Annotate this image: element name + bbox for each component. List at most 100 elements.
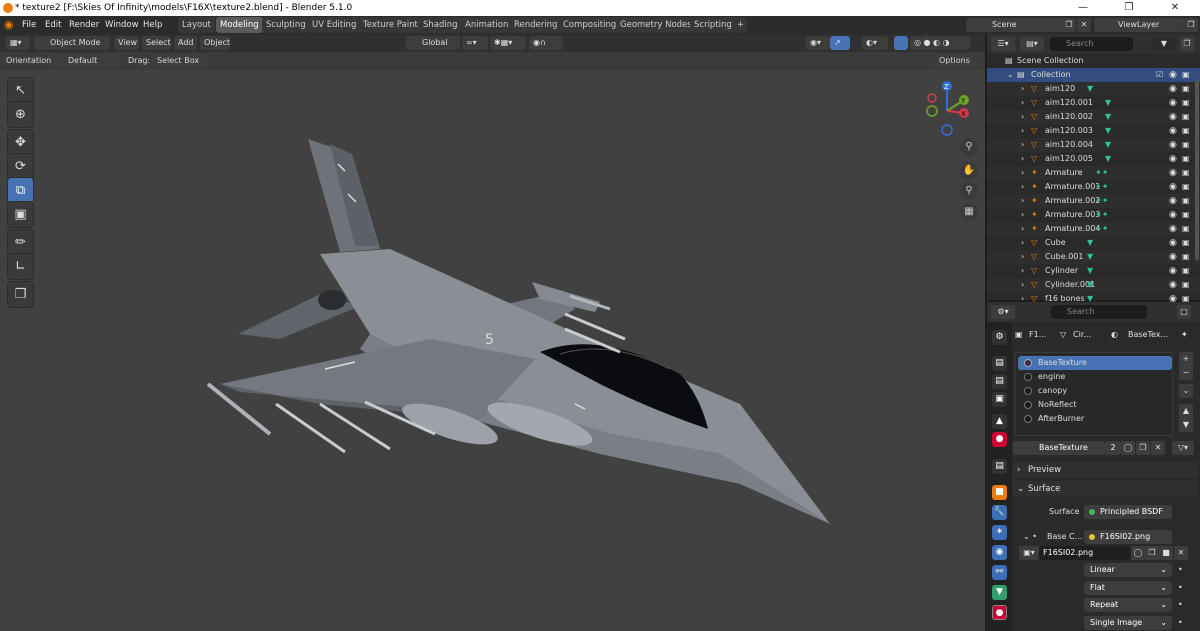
select-menu[interactable]: Select [142,36,171,50]
f16-jet-model[interactable]: 5 [180,134,840,534]
tab-animation[interactable]: Animation [461,17,513,33]
pose-data-icon[interactable]: ✦✦ [1095,222,1108,236]
list-item[interactable]: › ▽ Cylinder ▼ ◉ ▣ [987,264,1200,278]
editor-type-icon[interactable]: ▦▾ [6,36,30,50]
perspective-grid-icon[interactable]: ▦ [960,203,978,221]
eye-icon[interactable]: ◉ [1169,222,1177,236]
material-tab-icon[interactable]: ● [992,605,1007,620]
list-item[interactable]: canopy [1018,384,1172,398]
menu-edit[interactable]: Edit [45,18,61,32]
material-selector[interactable]: BaseTexture [1013,441,1105,455]
camera-icon[interactable]: ▣ [1182,278,1190,292]
duplicate-material-icon[interactable]: ❐ [1136,441,1150,455]
orientation-selector[interactable]: Default [52,54,120,68]
interpolation-selector[interactable]: Linear ⌄ [1084,563,1172,577]
expand-icon[interactable]: › [1021,236,1024,250]
options-icon[interactable]: □ [1177,305,1191,319]
camera-icon[interactable]: ▣ [1182,82,1190,96]
tab-uv-editing[interactable]: UV Editing [308,17,361,33]
add-cube-tool-icon[interactable]: ❐ [7,281,34,308]
tab-rendering[interactable]: Rendering [510,17,562,33]
image-open-icon[interactable]: ■ [1159,546,1173,560]
modifier-tab-icon[interactable]: 🔧 [992,505,1007,520]
checkbox-icon[interactable]: ☑ [1156,68,1163,82]
preview-panel-header[interactable]: › Preview [1013,462,1198,478]
eye-icon[interactable]: ◉ [1169,96,1177,110]
image-browse-icon[interactable]: ▣▾ [1019,546,1039,560]
list-item[interactable]: › ▽ aim120.002 ▼ ◉ ▣ [987,110,1200,124]
scene-collection-row[interactable]: ▤ Scene Collection [987,54,1200,68]
measure-tool-icon[interactable]: ∟ [7,253,34,280]
add-workspace-button[interactable]: + [734,17,748,33]
outliner-editor-type-icon[interactable]: ☰▾ [991,37,1015,51]
delete-scene-icon[interactable]: ✕ [1077,18,1091,32]
disclosure-icon[interactable]: ⌄ [1007,68,1014,82]
annotate-tool-icon[interactable]: ✏ [7,229,34,256]
expand-icon[interactable]: › [1021,208,1024,222]
transform-tool-icon[interactable]: ▣ [7,201,34,228]
mesh-data-icon[interactable]: ▼ [1105,152,1111,166]
list-item[interactable]: › ▽ Cube.001 ▼ ◉ ▣ [987,250,1200,264]
list-item[interactable]: › ▽ aim120.003 ▼ ◉ ▣ [987,124,1200,138]
image-new-icon[interactable]: ❐ [1145,546,1159,560]
expand-icon[interactable]: › [1021,110,1024,124]
display-mode-icon[interactable]: ▤▾ [1020,37,1044,51]
zoom-icon[interactable]: ⚲ [960,138,978,156]
projection-selector[interactable]: Flat ⌄ [1084,581,1172,595]
base-color-input[interactable]: F16SI02.png [1084,530,1172,544]
options-button[interactable]: Options [935,54,979,68]
mesh-data-icon[interactable]: ▼ [1087,278,1093,292]
eye-icon[interactable]: ◉ [1169,68,1177,82]
minimize-icon[interactable]: — [1060,0,1106,16]
menu-help[interactable]: Help [143,18,162,32]
render-tab-icon[interactable]: ▤ [992,356,1007,371]
camera-icon[interactable]: ▣ [1182,264,1190,278]
collection-tab-icon[interactable]: ▤ [992,459,1007,474]
outliner-search-input[interactable]: Search [1050,37,1133,51]
object-menu[interactable]: Object [200,36,230,50]
pin-icon[interactable]: ✦ [1181,328,1188,342]
base-color-expand-icon[interactable]: ⌄ • [1023,530,1037,544]
surface-panel-header[interactable]: ⌄ Surface [1013,481,1198,497]
mesh-data-icon[interactable]: ▼ [1105,138,1111,152]
remove-slot-icon[interactable]: − [1179,366,1193,380]
move-down-icon[interactable]: ▼ [1179,418,1193,432]
mode-selector[interactable]: Object Mode [34,36,110,50]
expand-icon[interactable]: › [1021,82,1024,96]
shading-mode-icons[interactable]: ◎ ● ◐ ◑ [910,36,970,50]
camera-icon[interactable]: ▣ [1182,222,1190,236]
list-item[interactable]: › ▽ Cube ▼ ◉ ▣ [987,236,1200,250]
scene-tab-icon[interactable]: ▲ [992,414,1007,429]
list-item[interactable]: engine [1018,370,1172,384]
user-count[interactable]: 2 [1105,441,1121,455]
expand-icon[interactable]: › [1021,124,1024,138]
image-unlink-icon[interactable]: ✕ [1174,546,1188,560]
properties-search-input[interactable]: Search [1051,305,1147,319]
physics-tab-icon[interactable]: ◉ [992,545,1007,560]
fake-user-icon[interactable]: ◯ [1121,441,1135,455]
tab-sculpting[interactable]: Sculpting [262,17,310,33]
list-item[interactable]: › ✦ Armature.002 ✦✦ ◉ ▣ [987,194,1200,208]
eye-icon[interactable]: ◉ [1169,208,1177,222]
list-item[interactable]: › ✦ Armature ✦✦ ◉ ▣ [987,166,1200,180]
tab-layout[interactable]: Layout [178,17,215,33]
rotate-tool-icon[interactable]: ⟳ [7,153,34,180]
scale-tool-icon[interactable]: ⧉ [7,177,34,204]
select-box-tool-icon[interactable]: ↖ [7,77,34,104]
scene-selector[interactable]: Scene [966,18,1066,32]
mesh-data-icon[interactable]: ▼ [1087,264,1093,278]
camera-icon[interactable]: ▣ [1182,180,1190,194]
mesh-data-icon[interactable]: ▼ [1087,236,1093,250]
source-selector[interactable]: Single Image ⌄ [1084,616,1172,630]
eye-icon[interactable]: ◉ [1169,166,1177,180]
collection-row[interactable]: ⌄ ▤ Collection ☑ ◉ ▣ [987,68,1200,82]
camera-icon[interactable]: ▣ [1182,166,1190,180]
eye-icon[interactable]: ◉ [1169,278,1177,292]
list-item[interactable]: AfterBurner [1018,412,1172,426]
drag-selector[interactable]: Select Box [153,54,208,68]
tab-shading[interactable]: Shading [419,17,462,33]
image-fake-user-icon[interactable]: ◯ [1131,546,1145,560]
expand-icon[interactable]: › [1021,180,1024,194]
pose-data-icon[interactable]: ✦✦ [1095,194,1108,208]
pose-data-icon[interactable]: ✦✦ [1095,166,1108,180]
